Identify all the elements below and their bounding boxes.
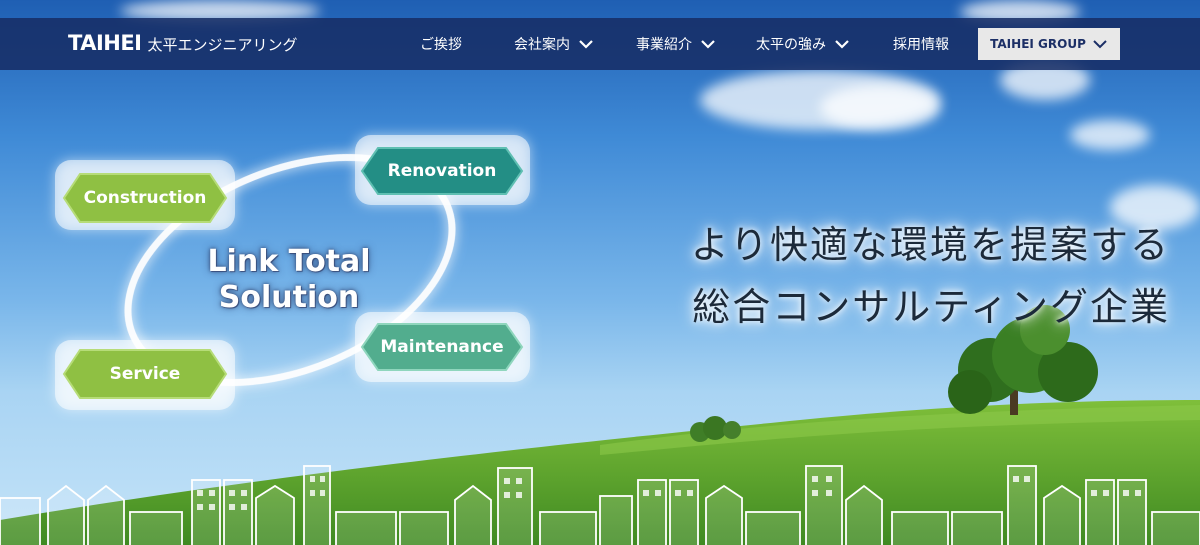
diagram-title-line1: Link Total (207, 244, 371, 279)
group-menu-label: TAIHEI GROUP (990, 37, 1086, 51)
service-hex (62, 349, 228, 399)
nav-recruit[interactable]: 採用情報 (893, 34, 949, 54)
nav-recruit-label: 採用情報 (893, 37, 949, 53)
hero-tagline-line1: より快適な環境を提案する (690, 223, 1170, 267)
group-menu-button[interactable]: TAIHEI GROUP (978, 28, 1120, 60)
maintenance-hex (360, 323, 524, 371)
site-logo[interactable]: TAIHEI 太平エンジニアリング (68, 31, 298, 55)
nav-strengths-label: 太平の強み (756, 37, 826, 53)
nav-company-info-label: 会社案内 (514, 37, 570, 53)
nav-strengths[interactable]: 太平の強み (756, 34, 850, 54)
chevron-down-icon (835, 40, 849, 49)
diagram-title: Link Total Solution (196, 244, 382, 316)
chevron-down-icon (1093, 40, 1107, 49)
nav-company-info[interactable]: 会社案内 (514, 34, 594, 54)
nav-business[interactable]: 事業紹介 (636, 34, 716, 54)
renovation-hex (360, 147, 524, 195)
nav-business-label: 事業紹介 (636, 37, 692, 53)
chevron-down-icon (701, 40, 715, 49)
construction-hex (62, 173, 228, 223)
logo-mark: TAIHEI (68, 31, 142, 55)
nav-greeting[interactable]: ご挨拶 (420, 34, 462, 54)
nav-greeting-label: ご挨拶 (420, 37, 462, 53)
hero-tagline-line2: 総合コンサルティング企業 (692, 285, 1170, 329)
chevron-down-icon (579, 40, 593, 49)
diagram-title-line2: Solution (218, 280, 360, 315)
top-navigation-bar: TAIHEI 太平エンジニアリング ご挨拶 会社案内 事業紹介 太平の強み 採用… (0, 18, 1200, 70)
solution-cycle-diagram (55, 135, 530, 410)
logo-company-name: 太平エンジニアリング (147, 36, 298, 54)
